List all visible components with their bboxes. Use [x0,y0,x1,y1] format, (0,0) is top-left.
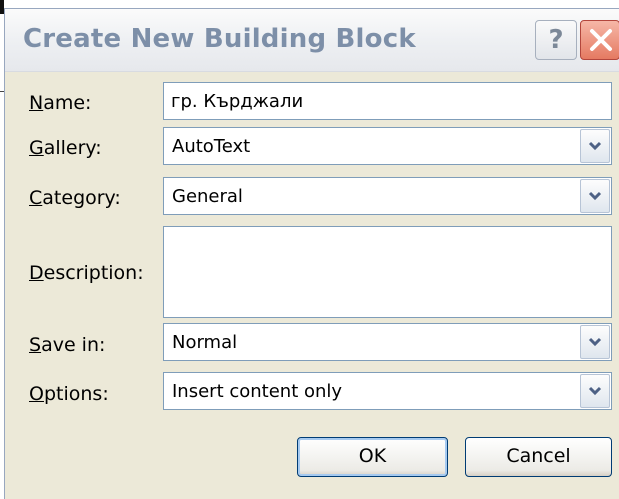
save-in-value: Normal [172,332,238,353]
ok-button[interactable]: OK [297,437,448,477]
gallery-dropdown-button[interactable] [580,129,610,163]
chevron-down-icon [588,337,602,347]
description-field[interactable] [163,226,612,318]
name-field[interactable]: гр. Кърджали [163,82,612,120]
chevron-down-icon [588,141,602,151]
save-in-label: Save in: [29,334,106,356]
name-value: гр. Кърджали [171,91,304,112]
dialog-title: Create New Building Block [23,24,416,54]
options-label: Options: [29,383,109,405]
gallery-select[interactable]: AutoText [163,127,612,165]
chevron-down-icon [588,386,602,396]
save-in-select[interactable]: Normal [163,323,612,361]
chevron-down-icon [588,191,602,201]
options-select[interactable]: Insert content only [163,372,612,410]
help-icon: ? [548,25,564,55]
gallery-value: AutoText [172,136,251,157]
close-x-icon [590,29,612,51]
help-button[interactable]: ? [535,20,577,60]
close-button[interactable] [580,20,619,60]
category-label: Category: [29,187,121,209]
cancel-button[interactable]: Cancel [465,437,612,477]
create-building-block-dialog: Create New Building Block ? Name: гр. Къ… [4,8,619,499]
description-label: Description: [29,262,144,284]
gallery-label: Gallery: [29,137,102,159]
name-label: Name: [29,92,92,114]
title-bar[interactable]: Create New Building Block ? [5,9,619,72]
options-dropdown-button[interactable] [580,374,610,408]
category-value: General [172,186,243,207]
category-select[interactable]: General [163,177,612,215]
category-dropdown-button[interactable] [580,179,610,213]
save-in-dropdown-button[interactable] [580,325,610,359]
options-value: Insert content only [172,381,343,402]
